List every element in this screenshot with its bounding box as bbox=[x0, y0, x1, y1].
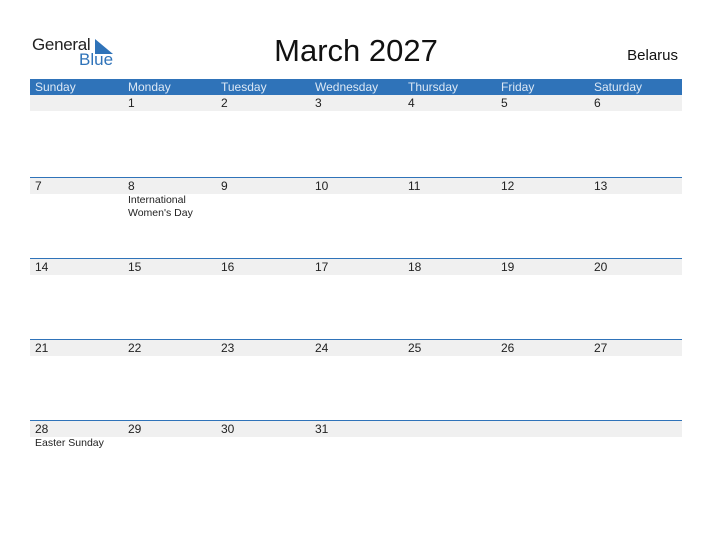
week-row: 21 22 23 24 25 26 27 bbox=[30, 339, 682, 420]
day-number: 18 bbox=[408, 260, 422, 274]
day-number: 8 bbox=[128, 179, 135, 193]
day-number: 27 bbox=[594, 341, 608, 355]
day-number: 30 bbox=[221, 422, 235, 436]
day-number: 23 bbox=[221, 341, 235, 355]
weekday-monday: Monday bbox=[128, 80, 171, 94]
day-number: 3 bbox=[315, 96, 322, 110]
day-number: 6 bbox=[594, 96, 601, 110]
day-number: 12 bbox=[501, 179, 515, 193]
weekday-thursday: Thursday bbox=[408, 80, 459, 94]
day-number: 9 bbox=[221, 179, 228, 193]
day-number: 16 bbox=[221, 260, 235, 274]
day-number: 2 bbox=[221, 96, 228, 110]
holiday-event: Easter Sunday bbox=[35, 437, 104, 449]
week-row: 14 15 16 17 18 19 20 bbox=[30, 258, 682, 339]
day-number: 24 bbox=[315, 341, 329, 355]
day-number: 7 bbox=[35, 179, 42, 193]
day-number: 14 bbox=[35, 260, 49, 274]
day-number: 13 bbox=[594, 179, 608, 193]
weekday-sunday: Sunday bbox=[35, 80, 76, 94]
day-number: 29 bbox=[128, 422, 142, 436]
day-number: 31 bbox=[315, 422, 329, 436]
weekday-friday: Friday bbox=[501, 80, 535, 94]
week-row: 28 Easter Sunday 29 30 31 bbox=[30, 420, 682, 501]
day-number: 21 bbox=[35, 341, 49, 355]
day-number: 26 bbox=[501, 341, 515, 355]
day-number: 10 bbox=[315, 179, 329, 193]
day-number: 28 bbox=[35, 422, 49, 436]
day-number: 1 bbox=[128, 96, 135, 110]
day-number: 17 bbox=[315, 260, 329, 274]
day-number: 11 bbox=[408, 179, 421, 193]
holiday-event: International Women's Day bbox=[128, 194, 193, 219]
weekday-tuesday: Tuesday bbox=[221, 80, 267, 94]
day-number: 15 bbox=[128, 260, 142, 274]
page-title: March 2027 bbox=[274, 33, 438, 68]
country-label: Belarus bbox=[627, 47, 678, 64]
weekday-saturday: Saturday bbox=[594, 80, 643, 94]
weekday-wednesday: Wednesday bbox=[315, 80, 379, 94]
day-number: 20 bbox=[594, 260, 608, 274]
week-row: 7 8 International Women's Day 9 10 11 12 13 bbox=[30, 177, 682, 258]
day-number: 19 bbox=[501, 260, 515, 274]
day-number: 22 bbox=[128, 341, 142, 355]
week-row: 1 2 3 4 5 6 bbox=[30, 94, 682, 175]
day-number: 25 bbox=[408, 341, 422, 355]
day-number: 4 bbox=[408, 96, 415, 110]
day-number: 5 bbox=[501, 96, 508, 110]
